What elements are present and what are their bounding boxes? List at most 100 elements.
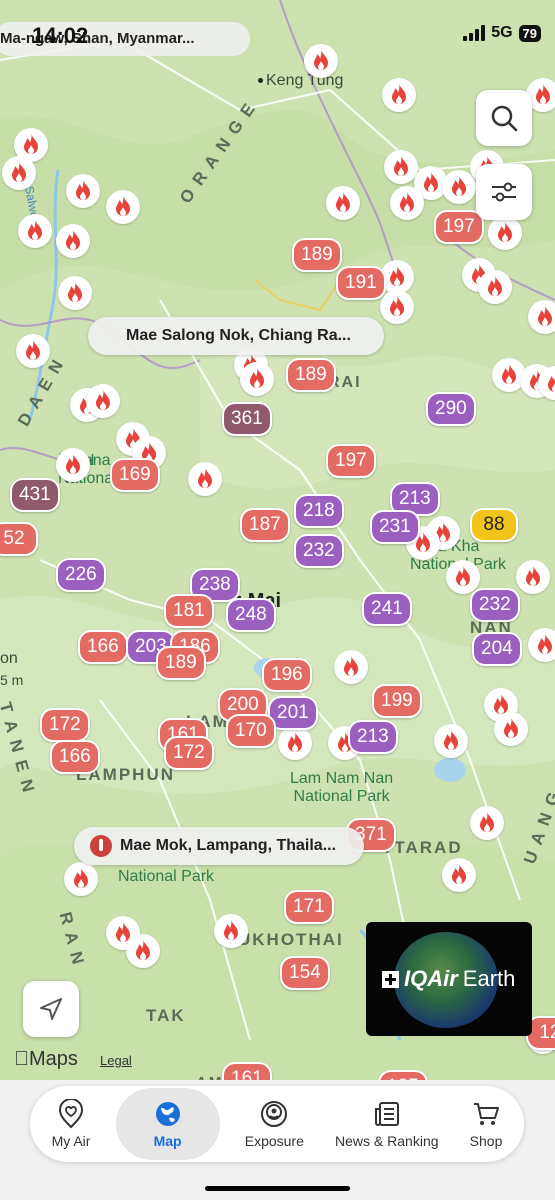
aqi-badge[interactable]: 226 xyxy=(56,558,106,592)
sliders-icon xyxy=(492,182,516,202)
fire-marker[interactable] xyxy=(64,862,98,896)
cart-icon xyxy=(474,1103,500,1125)
aqi-badge[interactable]: 172 xyxy=(164,736,214,770)
fire-marker[interactable] xyxy=(106,190,140,224)
aqi-badge[interactable]: 166 xyxy=(78,630,128,664)
location-callout-mae-salong[interactable]: Mae Salong Nok, Chiang Ra... xyxy=(88,317,384,355)
fire-icon xyxy=(480,812,494,832)
fire-marker[interactable] xyxy=(434,724,468,758)
fire-marker[interactable] xyxy=(382,78,416,112)
fire-marker[interactable] xyxy=(188,462,222,496)
fire-marker[interactable] xyxy=(528,628,555,662)
park-label-south: National Park xyxy=(118,868,215,885)
fire-icon xyxy=(66,454,80,474)
aqi-badge[interactable]: 231 xyxy=(370,510,420,544)
fire-marker[interactable] xyxy=(478,270,512,304)
aqi-badge[interactable]: 189 xyxy=(286,358,336,392)
aqi-badge[interactable]: 189 xyxy=(156,646,206,680)
locate-me-button[interactable] xyxy=(23,981,79,1037)
fire-marker[interactable] xyxy=(66,174,100,208)
fire-icon xyxy=(116,196,130,216)
fire-marker[interactable] xyxy=(442,170,476,204)
aqi-badge[interactable]: 218 xyxy=(294,494,344,528)
tab-news-ranking[interactable]: News & Ranking xyxy=(329,1088,445,1160)
iqair-earth-promo[interactable]: IQAir Earth xyxy=(366,922,532,1036)
fire-marker[interactable] xyxy=(18,214,52,248)
filter-button[interactable] xyxy=(476,164,532,220)
fire-icon xyxy=(456,566,470,586)
aqi-badge[interactable]: 172 xyxy=(40,708,90,742)
callout-label: Mae Salong Nok, Chiang Ra... xyxy=(126,327,351,344)
tab-bar: My Air Map Exposure News & Ranking Shop xyxy=(30,1086,524,1162)
fire-marker[interactable] xyxy=(2,156,36,190)
fire-marker[interactable] xyxy=(240,362,274,396)
aqi-badge[interactable]: 191 xyxy=(336,266,386,300)
aqi-badge[interactable]: 361 xyxy=(222,402,272,436)
aqi-badge[interactable]: 232 xyxy=(470,588,520,622)
search-button[interactable] xyxy=(476,90,532,146)
fire-marker[interactable] xyxy=(126,934,160,968)
fire-marker[interactable] xyxy=(516,560,550,594)
fire-icon xyxy=(224,920,238,940)
fire-marker[interactable] xyxy=(58,276,92,310)
fire-icon xyxy=(74,868,88,888)
aqi-badge[interactable]: 290 xyxy=(426,392,476,426)
fire-icon xyxy=(66,230,80,250)
aqi-badge[interactable]: 171 xyxy=(284,890,334,924)
fire-marker[interactable] xyxy=(214,914,248,948)
fire-marker[interactable] xyxy=(390,186,424,220)
fire-icon xyxy=(400,192,414,212)
fire-marker[interactable] xyxy=(494,712,528,746)
place-label-on: on xyxy=(0,650,18,667)
aqi-badge[interactable]: 213 xyxy=(348,720,398,754)
aqi-badge[interactable]: 166 xyxy=(50,740,100,774)
aqi-badge[interactable]: 169 xyxy=(110,458,160,492)
aqi-badge[interactable]: 248 xyxy=(226,598,276,632)
aqi-badge[interactable]: 189 xyxy=(292,238,342,272)
fire-icon xyxy=(26,340,40,360)
fire-icon xyxy=(344,656,358,676)
fire-marker[interactable] xyxy=(488,216,522,250)
tab-shop[interactable]: Shop xyxy=(464,1088,509,1160)
fire-marker[interactable] xyxy=(278,726,312,760)
aqi-badge[interactable]: 88 xyxy=(470,508,518,542)
tab-my-air[interactable]: My Air xyxy=(46,1088,97,1160)
legal-link[interactable]: Legal xyxy=(100,1053,132,1068)
map-view[interactable]: Keng Tung Salween O R A N G E D A E N T … xyxy=(0,0,555,1090)
fire-marker[interactable] xyxy=(380,290,414,324)
fire-marker[interactable] xyxy=(326,186,360,220)
aqi-badge[interactable]: 196 xyxy=(262,658,312,692)
aqi-badge[interactable]: 197 xyxy=(326,444,376,478)
aqi-badge[interactable]: 232 xyxy=(294,534,344,568)
tab-exposure[interactable]: Exposure xyxy=(239,1088,310,1160)
fire-marker[interactable] xyxy=(384,150,418,184)
fire-icon xyxy=(76,180,90,200)
aqi-badge[interactable]: 170 xyxy=(226,714,276,748)
aqi-badge[interactable]: 204 xyxy=(472,632,522,666)
tab-label: My Air xyxy=(51,1133,91,1149)
fire-icon xyxy=(390,296,404,316)
aqi-badge[interactable]: 154 xyxy=(280,956,330,990)
fire-marker[interactable] xyxy=(56,224,90,258)
tab-map[interactable]: Map xyxy=(115,1088,220,1160)
fire-marker[interactable] xyxy=(56,448,90,482)
aqi-badge[interactable]: 241 xyxy=(362,592,412,626)
fire-marker[interactable] xyxy=(446,560,480,594)
aqi-badge[interactable]: 52 xyxy=(0,522,38,556)
fire-icon xyxy=(504,718,518,738)
aqi-badge[interactable]: 199 xyxy=(372,684,422,718)
fire-marker[interactable] xyxy=(528,300,555,334)
fire-marker[interactable] xyxy=(442,858,476,892)
fire-marker[interactable] xyxy=(334,650,368,684)
fire-marker[interactable] xyxy=(470,806,504,840)
location-callout-mae-mok[interactable]: Mae Mok, Lampang, Thaila... xyxy=(74,827,364,865)
aqi-badge[interactable]: 181 xyxy=(164,594,214,628)
aqi-badge[interactable]: 431 xyxy=(10,478,60,512)
signal-icon xyxy=(463,25,486,41)
fire-marker[interactable] xyxy=(86,384,120,418)
fire-icon xyxy=(392,84,406,104)
fire-marker[interactable] xyxy=(16,334,50,368)
fire-icon xyxy=(250,368,264,388)
aqi-badge[interactable]: 187 xyxy=(240,508,290,542)
aqi-badge[interactable]: 197 xyxy=(434,210,484,244)
